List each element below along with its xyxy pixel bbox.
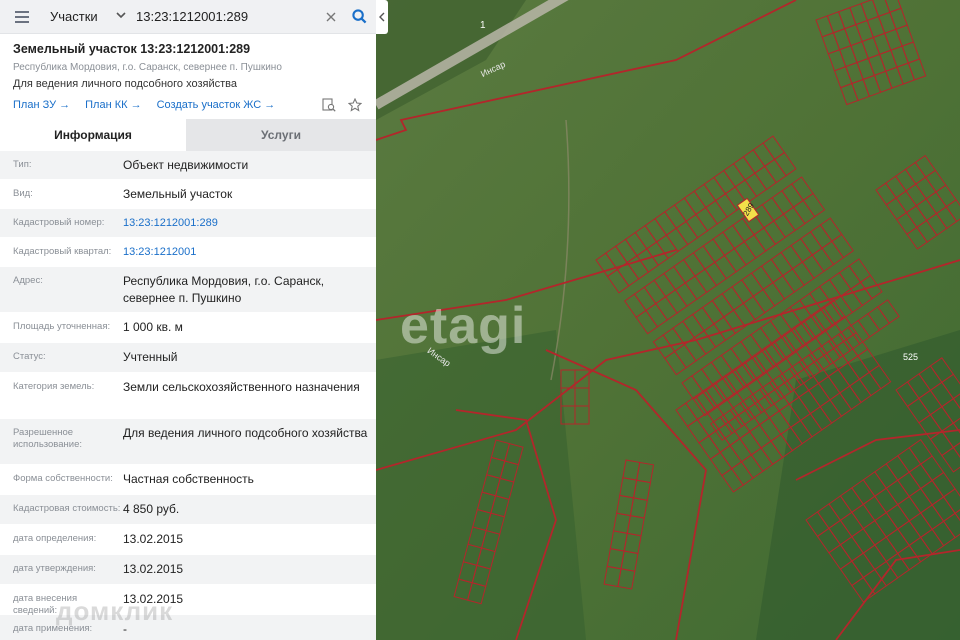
plan-kk-link[interactable]: План КК →: [85, 99, 141, 111]
cadastral-quarter-link[interactable]: 13:23:1212001: [123, 238, 376, 266]
info-row: Тип: Объект недвижимости: [0, 151, 376, 180]
row-label: Статус:: [13, 351, 46, 362]
page-title: Земельный участок 13:23:1212001:289: [13, 42, 251, 56]
row-value: Учтенный: [123, 350, 178, 364]
info-row: Вид: Земельный участок: [0, 180, 376, 209]
row-value: 4 850 руб.: [123, 502, 180, 516]
tab-information[interactable]: Информация: [0, 119, 186, 151]
parcel-links: План ЗУ → План КК → Создать участок ЖС →: [13, 97, 363, 113]
search-input[interactable]: [132, 0, 320, 34]
info-row: Разрешенное использование: Для ведения ли…: [0, 419, 376, 465]
plan-zu-link[interactable]: План ЗУ →: [13, 99, 70, 111]
etagi-watermark: etagi: [400, 297, 527, 355]
row-label: Кадастровый номер:: [13, 217, 105, 228]
row-value: Частная собственность: [123, 472, 254, 486]
row-label: Категория земель:: [13, 381, 95, 392]
row-value: Для ведения личного подсобного хозяйства: [123, 426, 368, 440]
collapse-panel-button[interactable]: [376, 0, 388, 34]
star-icon[interactable]: [347, 97, 363, 113]
row-value: Республика Мордовия, г.о. Саранск, север…: [123, 274, 325, 305]
row-label: Тип:: [13, 159, 32, 170]
row-label: Площадь уточненная:: [13, 321, 111, 332]
row-label: Вид:: [13, 188, 33, 199]
row-label: дата определения:: [13, 533, 97, 544]
row-value: 13.02.2015: [123, 562, 184, 576]
object-type-select[interactable]: Участки: [44, 0, 132, 34]
row-value: 13.02.2015: [123, 532, 184, 546]
row-label: Разрешенное использование:: [13, 427, 83, 451]
search-icon[interactable]: [342, 0, 376, 34]
tab-services[interactable]: Услуги: [186, 119, 376, 151]
info-panel: Участки Земельный участок 13:23:1212001:…: [0, 0, 376, 640]
chevron-left-icon: [379, 12, 385, 22]
info-row: дата утверждения: 13.02.2015: [0, 555, 376, 585]
row-value: Земельный участок: [123, 187, 233, 201]
info-row: Адрес: Республика Мордовия, г.о. Саранск,…: [0, 267, 376, 313]
parcel-use: Для ведения личного подсобного хозяйства: [13, 78, 237, 90]
parcel-address-line: Республика Мордовия, г.о. Саранск, север…: [13, 62, 282, 73]
menu-icon[interactable]: [0, 0, 44, 34]
info-row: Кадастровая стоимость: 4 850 руб.: [0, 495, 376, 525]
row-value: Объект недвижимости: [123, 158, 249, 172]
row-label: дата утверждения:: [13, 563, 96, 574]
info-row: Кадастровый квартал: 13:23:1212001: [0, 238, 376, 267]
row-value: 1 000 кв. м: [123, 320, 183, 334]
info-row: дата определения: 13.02.2015: [0, 525, 376, 555]
row-label: Форма собственности:: [13, 473, 113, 484]
row-label: Адрес:: [13, 275, 43, 286]
info-row: Форма собственности: Частная собственност…: [0, 465, 376, 495]
document-search-icon[interactable]: [321, 97, 337, 113]
row-value: Земли сельскохозяйственного назначения: [123, 380, 360, 394]
road-number-label: 1: [480, 20, 486, 31]
info-row: Кадастровый номер: 13:23:1212001:289: [0, 209, 376, 238]
row-label: Кадастровая стоимость:: [13, 503, 121, 514]
parcel-header: Земельный участок 13:23:1212001:289 Респ…: [0, 34, 376, 113]
chevron-down-icon: [116, 11, 126, 22]
create-parcel-link[interactable]: Создать участок ЖС →: [157, 99, 276, 111]
domclick-watermark: домклик: [56, 596, 174, 626]
cadastral-number-link[interactable]: 13:23:1212001:289: [123, 209, 376, 237]
info-row: Площадь уточненная: 1 000 кв. м: [0, 313, 376, 343]
object-type-label: Участки: [50, 9, 98, 24]
area-number-label: 525: [903, 352, 919, 362]
clear-icon[interactable]: [320, 0, 342, 34]
row-label: Кадастровый квартал:: [13, 246, 112, 257]
tab-bar: Информация Услуги: [0, 119, 376, 151]
search-bar: Участки: [0, 0, 376, 34]
info-row: Категория земель: Земли сельскохозяйствен…: [0, 373, 376, 419]
info-row: Статус: Учтенный: [0, 343, 376, 373]
info-table: Тип: Объект недвижимости Вид: Земельный уч…: [0, 151, 376, 640]
